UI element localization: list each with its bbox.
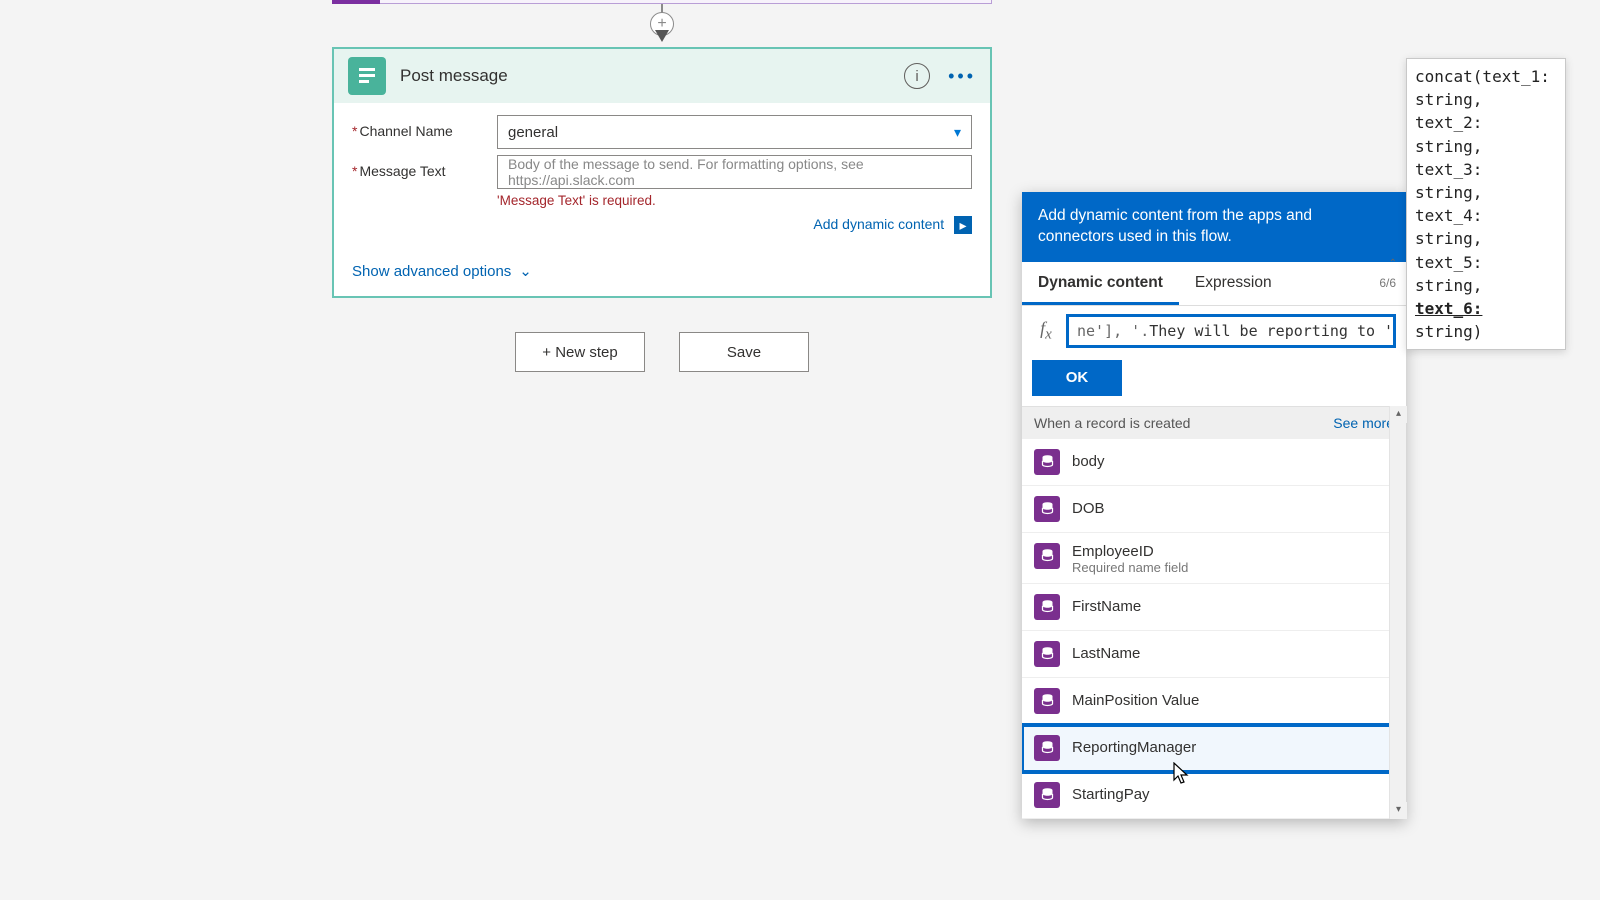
tooltip-line: string, bbox=[1415, 88, 1557, 111]
expression-input[interactable]: ne'], '. They will be reporting to ', ) bbox=[1066, 314, 1396, 348]
connector-arrow-icon bbox=[655, 30, 669, 42]
scroll-down-button[interactable]: ▾ bbox=[1390, 802, 1407, 819]
list-item[interactable]: DOB bbox=[1022, 486, 1406, 533]
message-text-error: 'Message Text' is required. bbox=[497, 193, 972, 208]
dynamic-content-list: body DOB EmployeeIDRequired name field Firs… bbox=[1022, 439, 1406, 819]
list-item-label: MainPosition Value bbox=[1072, 692, 1199, 709]
list-item-label: EmployeeID bbox=[1072, 543, 1188, 560]
list-item[interactable]: body bbox=[1022, 439, 1406, 486]
scroll-up-button[interactable]: ▴ bbox=[1390, 406, 1407, 423]
dynamic-content-toggle-icon[interactable]: ▸ bbox=[954, 216, 972, 234]
message-text-input[interactable]: Body of the message to send. For formatt… bbox=[497, 155, 972, 189]
previous-step-color-tab bbox=[332, 0, 380, 4]
list-item[interactable]: MainPosition Value bbox=[1022, 678, 1406, 725]
dataverse-icon bbox=[1034, 449, 1060, 475]
dataverse-icon bbox=[1034, 735, 1060, 761]
slack-action-icon bbox=[348, 57, 386, 95]
card-title: Post message bbox=[386, 66, 904, 86]
tooltip-line: text_2: bbox=[1415, 111, 1557, 134]
flyout-header: Add dynamic content from the apps and co… bbox=[1022, 192, 1406, 262]
list-item-sublabel: Required name field bbox=[1072, 560, 1188, 575]
add-dynamic-content-link[interactable]: Add dynamic content bbox=[813, 216, 944, 232]
scrollbar[interactable]: ▴ ▾ bbox=[1389, 406, 1406, 819]
info-icon[interactable]: i bbox=[904, 63, 930, 89]
tab-expression[interactable]: Expression bbox=[1179, 262, 1288, 305]
autocomplete-page-indicator: 6/6 bbox=[1379, 276, 1396, 290]
card-menu-button[interactable]: ••• bbox=[948, 66, 976, 87]
flow-action-buttons: + New step Save bbox=[332, 332, 992, 372]
list-item-label: DOB bbox=[1072, 500, 1105, 517]
channel-name-value: general bbox=[508, 124, 558, 141]
tooltip-line: text_6: bbox=[1415, 297, 1557, 320]
dataverse-icon bbox=[1034, 594, 1060, 620]
tooltip-line: text_4: bbox=[1415, 204, 1557, 227]
tooltip-line: string, bbox=[1415, 227, 1557, 250]
tooltip-line: string) bbox=[1415, 320, 1557, 343]
channel-name-label: *Channel Name bbox=[352, 115, 497, 139]
show-advanced-options-link[interactable]: Show advanced options ⌄ bbox=[352, 262, 532, 280]
expression-row: fx ne'], '. They will be reporting to ',… bbox=[1022, 306, 1406, 356]
expression-value: They will be reporting to ', ) bbox=[1149, 322, 1396, 340]
list-item[interactable]: EmployeeIDRequired name field bbox=[1022, 533, 1406, 584]
ok-button[interactable]: OK bbox=[1032, 360, 1122, 396]
tooltip-line: string, bbox=[1415, 274, 1557, 297]
list-item[interactable]: ReportingManager bbox=[1022, 725, 1406, 772]
fx-icon: fx bbox=[1032, 318, 1060, 344]
list-item-label: StartingPay bbox=[1072, 786, 1150, 803]
new-step-button[interactable]: + New step bbox=[515, 332, 645, 372]
dynamic-content-flyout: Add dynamic content from the apps and co… bbox=[1022, 192, 1406, 819]
dynamic-section-header: When a record is created See more bbox=[1022, 406, 1406, 439]
dataverse-icon bbox=[1034, 496, 1060, 522]
tooltip-line: string, bbox=[1415, 181, 1557, 204]
list-item-label: body bbox=[1072, 453, 1105, 470]
tooltip-line: string, bbox=[1415, 135, 1557, 158]
post-message-card: Post message i ••• *Channel Name general… bbox=[332, 47, 992, 298]
flyout-tabs: Dynamic content Expression 6/6 ⌃ bbox=[1022, 262, 1406, 306]
card-header[interactable]: Post message i ••• bbox=[334, 49, 990, 103]
tooltip-line: concat(text_1: bbox=[1415, 65, 1557, 88]
tooltip-line: text_3: bbox=[1415, 158, 1557, 181]
message-text-label: *Message Text bbox=[352, 155, 497, 179]
dynamic-section-title: When a record is created bbox=[1034, 415, 1190, 431]
dataverse-icon bbox=[1034, 543, 1060, 569]
channel-name-select[interactable]: general ▾ bbox=[497, 115, 972, 149]
chevron-down-icon: ⌄ bbox=[519, 262, 532, 280]
list-item-label: FirstName bbox=[1072, 598, 1141, 615]
list-item[interactable]: LastName bbox=[1022, 631, 1406, 678]
dataverse-icon bbox=[1034, 688, 1060, 714]
dataverse-icon bbox=[1034, 641, 1060, 667]
tooltip-line: text_5: bbox=[1415, 251, 1557, 274]
tab-dynamic-content[interactable]: Dynamic content bbox=[1022, 262, 1179, 305]
see-more-link[interactable]: See more bbox=[1333, 415, 1394, 431]
list-item-label: ReportingManager bbox=[1072, 739, 1196, 756]
expression-signature-tooltip: concat(text_1:string,text_2:string,text_… bbox=[1406, 58, 1566, 350]
list-item[interactable]: StartingPay bbox=[1022, 772, 1406, 819]
chevron-down-icon: ▾ bbox=[954, 124, 961, 141]
list-item-label: LastName bbox=[1072, 645, 1140, 662]
dataverse-icon bbox=[1034, 782, 1060, 808]
list-item[interactable]: FirstName bbox=[1022, 584, 1406, 631]
save-button[interactable]: Save bbox=[679, 332, 809, 372]
expression-prefix: ne'], '. bbox=[1077, 322, 1149, 340]
message-text-placeholder: Body of the message to send. For formatt… bbox=[508, 156, 961, 188]
caret-up-icon: ⌃ bbox=[1389, 258, 1397, 269]
